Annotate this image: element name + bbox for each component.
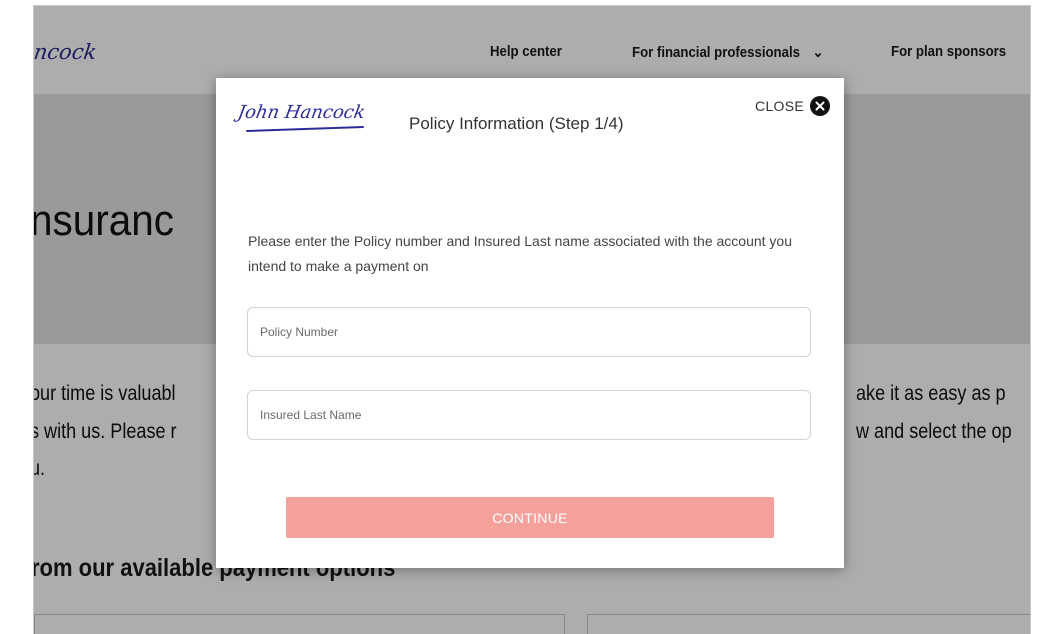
close-icon[interactable] — [810, 96, 830, 116]
policy-number-field[interactable] — [247, 307, 811, 357]
continue-button[interactable]: CONTINUE — [286, 497, 774, 538]
john-hancock-logo: John Hancock — [236, 102, 367, 123]
policy-number-input[interactable] — [248, 308, 810, 356]
instructions-text: Please enter the Policy number and Insur… — [248, 233, 792, 274]
close-label: CLOSE — [755, 98, 804, 114]
insured-last-name-input[interactable] — [248, 391, 810, 439]
close-button[interactable]: CLOSE — [755, 96, 830, 116]
logo-underline-flourish — [246, 125, 364, 133]
insured-last-name-field[interactable] — [247, 390, 811, 440]
modal-title: Policy Information (Step 1/4) — [409, 114, 624, 133]
policy-information-modal: John Hancock Policy Information (Step 1/… — [216, 78, 844, 568]
